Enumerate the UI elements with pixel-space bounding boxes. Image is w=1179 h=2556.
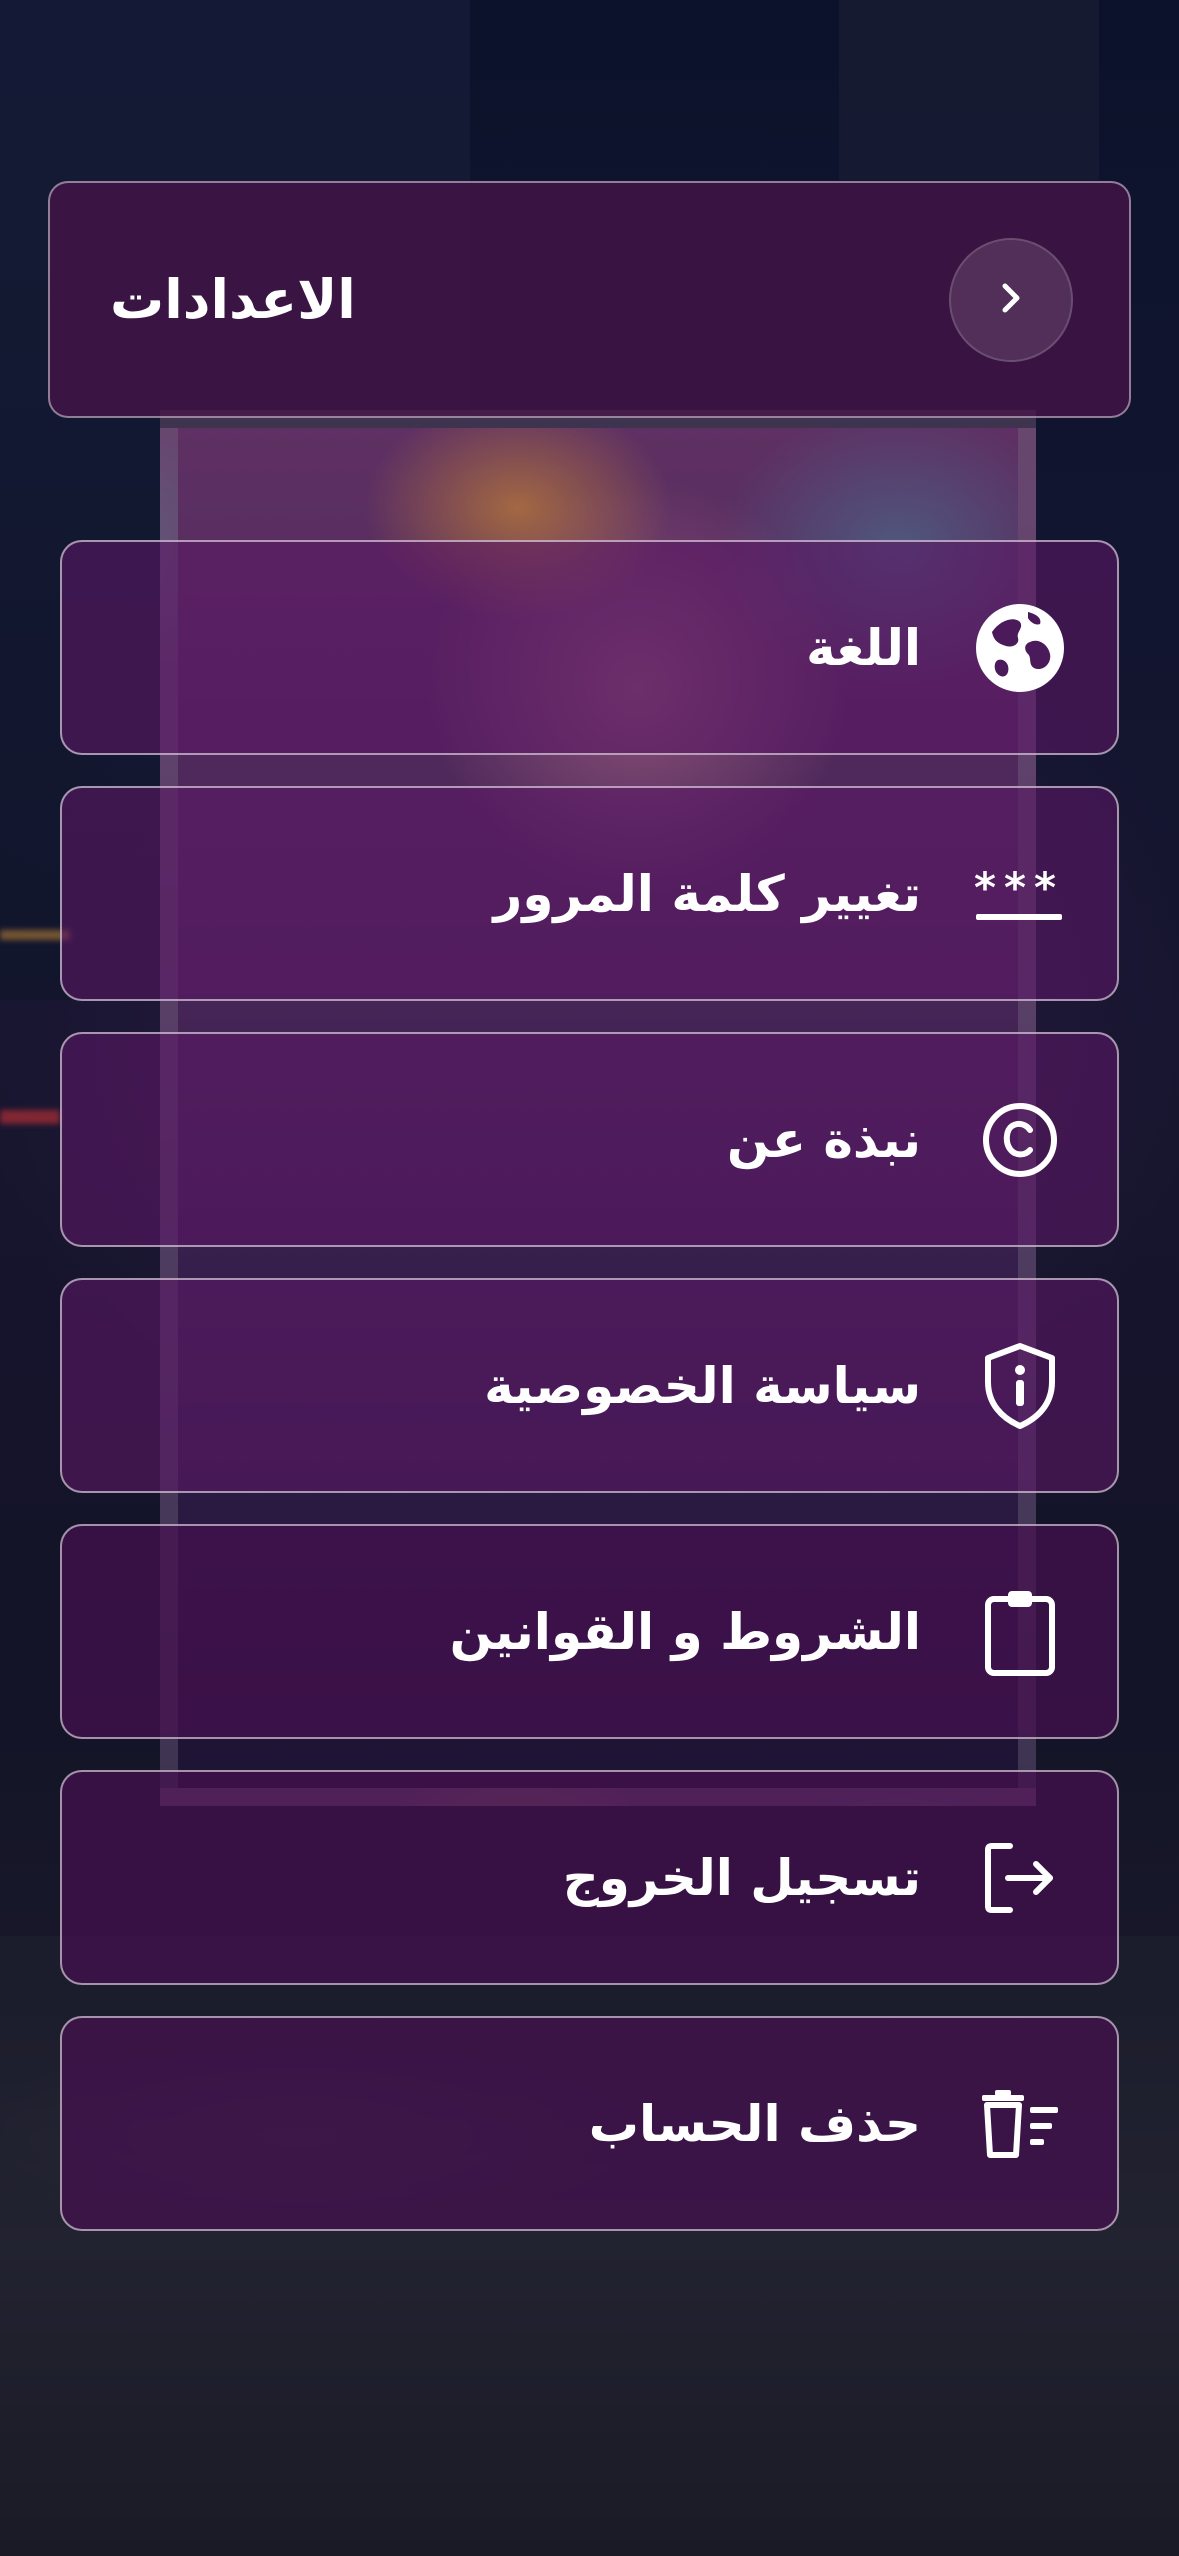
copyright-icon [973,1093,1067,1187]
menu-item-about[interactable]: نبذة عن [60,1032,1119,1247]
menu-item-logout[interactable]: تسجيل الخروج [60,1770,1119,1985]
svg-text:*: * [1004,864,1026,912]
page-title: الاعدادات [110,268,356,331]
menu-item-label: تسجيل الخروج [562,1848,921,1907]
menu-item-delete-account[interactable]: حذف الحساب [60,2016,1119,2231]
chevron-right-icon [991,278,1031,322]
menu-item-language[interactable]: اللغة [60,540,1119,755]
settings-header: الاعدادات [48,181,1131,418]
menu-item-change-password[interactable]: تغيير كلمة المرور * * * [60,786,1119,1001]
menu-item-label: سياسة الخصوصية [484,1356,921,1415]
menu-item-label: تغيير كلمة المرور [493,864,921,923]
clipboard-icon [973,1585,1067,1679]
menu-item-label: نبذة عن [726,1110,921,1169]
svg-text:*: * [974,864,996,912]
shield-info-icon [973,1339,1067,1433]
password-icon: * * * [973,847,1067,941]
menu-item-label: اللغة [806,618,921,677]
menu-item-privacy-policy[interactable]: سياسة الخصوصية [60,1278,1119,1493]
logout-icon [973,1831,1067,1925]
menu-item-label: حذف الحساب [588,2094,921,2153]
settings-menu: اللغة تغيير كلمة المرور * * * نبذة عن سي… [60,540,1119,2262]
menu-item-terms[interactable]: الشروط و القوانين [60,1524,1119,1739]
globe-icon [973,601,1067,695]
svg-text:*: * [1034,864,1056,912]
delete-account-icon [973,2077,1067,2171]
menu-item-label: الشروط و القوانين [449,1602,921,1661]
back-button[interactable] [949,237,1073,362]
